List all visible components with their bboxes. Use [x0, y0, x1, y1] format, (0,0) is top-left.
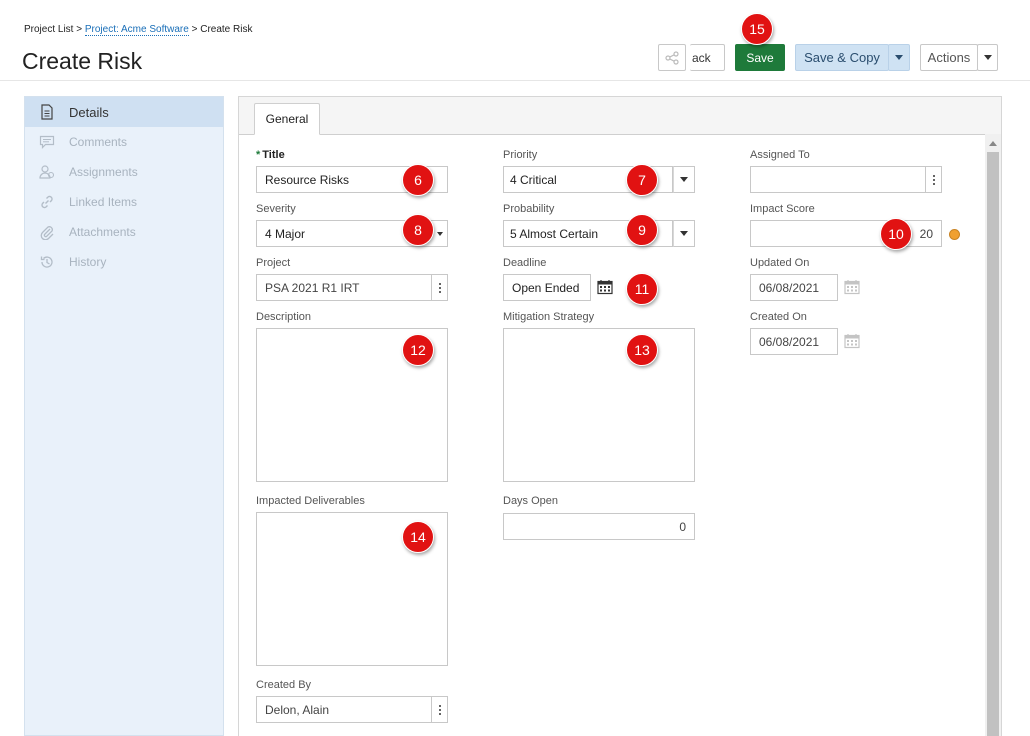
- created-by-more-button[interactable]: [431, 696, 448, 723]
- callout-badge-8: 8: [402, 214, 434, 246]
- chevron-down-icon: [895, 55, 903, 60]
- created-by-field[interactable]: Delon, Alain: [256, 696, 432, 723]
- probability-label: Probability: [503, 203, 555, 215]
- calendar-icon: [844, 280, 860, 295]
- calendar-icon[interactable]: [597, 279, 613, 295]
- share-icon: [665, 50, 679, 65]
- chevron-down-icon: [680, 177, 688, 182]
- sidebar-item-linked-items[interactable]: Linked Items: [25, 187, 223, 217]
- sidebar-item-comments[interactable]: Comments: [25, 127, 223, 157]
- chevron-down-icon: [983, 55, 992, 60]
- days-open-field: 0: [503, 513, 695, 540]
- mitigation-strategy-textarea[interactable]: [503, 328, 695, 482]
- callout-badge-15: 15: [741, 13, 773, 45]
- history-icon: [25, 254, 69, 270]
- callout-badge-10: 10: [880, 218, 912, 250]
- impact-score-status-dot: [949, 229, 960, 240]
- title-label: * Title: [256, 149, 285, 161]
- breadcrumb-project-list[interactable]: Project List: [24, 24, 73, 35]
- breadcrumb: Project List > Project: Acme Software > …: [24, 24, 253, 36]
- callout-badge-14: 14: [402, 521, 434, 553]
- created-by-label: Created By: [256, 679, 312, 691]
- created-on-label: Created On: [750, 311, 807, 323]
- callout-badge-11: 11: [626, 273, 658, 305]
- scroll-up-arrow-icon[interactable]: [989, 141, 997, 146]
- priority-label: Priority: [503, 149, 538, 161]
- days-open-label: Days Open: [503, 495, 559, 507]
- breadcrumb-current: Create Risk: [200, 24, 253, 35]
- assigned-to-input[interactable]: [750, 166, 926, 193]
- severity-label: Severity: [256, 203, 296, 215]
- breadcrumb-separator: >: [73, 24, 85, 35]
- assigned-to-label: Assigned To: [750, 149, 810, 161]
- probability-dropdown-toggle[interactable]: [673, 220, 695, 247]
- callout-badge-7: 7: [626, 164, 658, 196]
- impact-score-field: 20: [750, 220, 942, 247]
- description-label: Description: [256, 311, 312, 323]
- impacted-deliverables-label: Impacted Deliverables: [256, 495, 365, 507]
- callout-badge-9: 9: [626, 214, 658, 246]
- back-button[interactable]: ack: [690, 44, 725, 71]
- callout-badge-13: 13: [626, 334, 658, 366]
- sidebar-item-label: Comments: [69, 135, 128, 149]
- sidebar-item-label: Assignments: [69, 165, 138, 179]
- deadline-label: Deadline: [503, 257, 547, 269]
- callout-badge-6: 6: [402, 164, 434, 196]
- sidebar-item-label: Linked Items: [69, 195, 138, 209]
- paperclip-icon: [25, 224, 69, 240]
- priority-dropdown-toggle[interactable]: [673, 166, 695, 193]
- sidebar-item-label: Attachments: [69, 225, 136, 239]
- actions-dropdown[interactable]: [977, 44, 998, 71]
- updated-on-label: Updated On: [750, 257, 810, 269]
- sidebar-item-attachments[interactable]: Attachments: [25, 217, 223, 247]
- sidebar-item-details[interactable]: Details: [25, 97, 223, 127]
- breadcrumb-separator: >: [188, 24, 201, 35]
- scrollbar-thumb[interactable]: [987, 152, 999, 736]
- chevron-down-icon: [437, 232, 443, 236]
- document-icon: [25, 104, 69, 120]
- link-icon: [25, 194, 69, 210]
- sidebar-item-assignments[interactable]: Assignments: [25, 157, 223, 187]
- comment-icon: [25, 135, 69, 149]
- sidebar-item-label: Details: [69, 104, 109, 120]
- save-and-copy-button[interactable]: Save & Copy: [795, 44, 889, 71]
- sidebar-item-history[interactable]: History: [25, 247, 223, 277]
- chevron-down-icon: [680, 231, 688, 236]
- project-label: Project: [256, 257, 291, 269]
- header-divider: [0, 80, 1030, 81]
- save-button[interactable]: Save: [735, 44, 785, 71]
- sidebar: Details Comments Assignments Linked Item…: [24, 96, 224, 736]
- updated-on-field: 06/08/2021: [750, 274, 838, 301]
- deadline-input[interactable]: Open Ended: [503, 274, 591, 301]
- project-more-button[interactable]: [431, 274, 448, 301]
- callout-badge-12: 12: [402, 334, 434, 366]
- users-icon: [25, 164, 69, 180]
- mitigation-strategy-label: Mitigation Strategy: [503, 311, 595, 323]
- actions-button[interactable]: Actions: [920, 44, 978, 71]
- breadcrumb-project-link[interactable]: Project: Acme Software: [84, 24, 189, 36]
- share-button[interactable]: [658, 44, 686, 71]
- save-and-copy-dropdown[interactable]: [888, 44, 910, 71]
- tab-general[interactable]: General: [254, 103, 320, 135]
- required-marker: *: [256, 149, 261, 161]
- page-title: Create Risk: [22, 48, 143, 74]
- sidebar-item-label: History: [69, 255, 107, 269]
- created-on-field: 06/08/2021: [750, 328, 838, 355]
- impact-score-label: Impact Score: [750, 203, 815, 215]
- project-field[interactable]: PSA 2021 R1 IRT: [256, 274, 432, 301]
- calendar-icon: [844, 334, 860, 349]
- assigned-to-more-button[interactable]: [925, 166, 942, 193]
